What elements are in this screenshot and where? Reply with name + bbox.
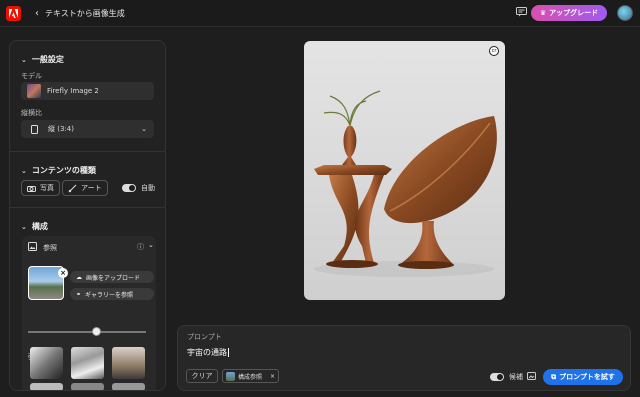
- top-bar: ‹ テキストから画像生成 ♛ アップグレード: [0, 0, 640, 27]
- model-label: モデル: [21, 72, 42, 80]
- remove-reference-icon[interactable]: ×: [58, 268, 68, 278]
- upgrade-label: アップグレード: [549, 9, 599, 17]
- suggest-label: 候補: [509, 373, 523, 381]
- art-label: アート: [81, 184, 102, 192]
- try-label: プロンプトを試す: [559, 373, 615, 381]
- brush-icon: [68, 184, 77, 192]
- suggestions-toggle[interactable]: [490, 373, 504, 381]
- composition-section-header[interactable]: ⌄ 構成: [21, 221, 48, 232]
- content-type-section-title: コンテンツの種類: [31, 166, 96, 175]
- composition-reference-tag[interactable]: 構成参照 ×: [222, 369, 279, 383]
- model-thumbnail: [27, 84, 41, 98]
- chevron-down-icon: ⌄: [21, 55, 27, 64]
- upgrade-button[interactable]: ♛ アップグレード: [531, 5, 607, 21]
- gallery-thumbnail[interactable]: [30, 383, 63, 390]
- content-credentials-icon[interactable]: cr: [489, 46, 499, 56]
- model-selector[interactable]: Firefly Image 2: [21, 82, 154, 100]
- external-link-icon: ⧉: [551, 372, 557, 381]
- auto-toggle[interactable]: [122, 184, 136, 192]
- photo-button[interactable]: 写真: [21, 180, 60, 196]
- prompt-box: プロンプト 宇宙の通路 クリア 構成参照 × 候補 ⧉ プロンプトを試す: [177, 325, 631, 391]
- divider: [10, 207, 165, 208]
- generated-image[interactable]: cr: [304, 41, 505, 300]
- wooden-furniture-illustration: [314, 90, 497, 277]
- upload-image-button[interactable]: ☁ 画像をアップロード: [70, 271, 154, 283]
- settings-panel: ⌄ 一般設定 モデル Firefly Image 2 縦横比 縦 (3:4) ⌄…: [9, 40, 166, 391]
- close-icon[interactable]: ×: [270, 373, 275, 380]
- gallery-thumbnail[interactable]: [112, 347, 145, 379]
- clear-label: クリア: [191, 372, 213, 380]
- info-icon[interactable]: ⓘ: [137, 242, 144, 252]
- gallery-thumbnail[interactable]: [71, 347, 104, 379]
- chevron-down-icon[interactable]: ⌄: [148, 241, 154, 249]
- general-section-header[interactable]: ⌄ 一般設定: [21, 54, 64, 65]
- gallery-thumbnail[interactable]: [71, 383, 104, 390]
- divider: [10, 151, 165, 152]
- general-section-title: 一般設定: [31, 55, 64, 64]
- aspect-label: 縦横比: [21, 109, 42, 117]
- aspect-ratio-dropdown[interactable]: 縦 (3:4) ⌄: [21, 120, 154, 138]
- reference-image-thumbnail[interactable]: ×: [28, 266, 68, 300]
- auto-label: 自動: [141, 184, 155, 192]
- back-chevron-icon[interactable]: ‹: [35, 8, 39, 19]
- try-prompt-button[interactable]: ⧉ プロンプトを試す: [543, 369, 623, 385]
- chevron-down-icon: ⌄: [21, 166, 27, 175]
- binoculars-icon: ⚭: [76, 290, 82, 298]
- browse-gallery-button[interactable]: ⚭ ギャラリーを参照: [70, 288, 154, 300]
- aspect-value: 縦 (3:4): [48, 125, 74, 133]
- prompt-input[interactable]: 宇宙の通路: [187, 347, 229, 358]
- feedback-icon[interactable]: [516, 7, 527, 17]
- prompt-label: プロンプト: [187, 333, 222, 341]
- crown-icon: ♛: [539, 9, 547, 17]
- strength-slider-track[interactable]: [28, 331, 146, 333]
- camera-icon: [27, 185, 36, 192]
- user-avatar[interactable]: [617, 5, 633, 21]
- adobe-logo-icon[interactable]: [6, 5, 21, 21]
- tag-label: 構成参照: [238, 373, 263, 381]
- portrait-icon: [31, 124, 38, 134]
- gallery-thumbnail[interactable]: [30, 347, 63, 379]
- gallery-thumbnail[interactable]: [112, 383, 145, 390]
- content-type-section-header[interactable]: ⌄ コンテンツの種類: [21, 165, 96, 176]
- strength-slider-handle[interactable]: [92, 327, 101, 336]
- text-caret: [228, 348, 229, 357]
- photo-label: 写真: [40, 184, 54, 192]
- clear-button[interactable]: クリア: [186, 369, 218, 383]
- chevron-down-icon: ⌄: [21, 222, 27, 231]
- reference-label: 参照: [43, 244, 57, 252]
- page-title: テキストから画像生成: [45, 8, 125, 18]
- model-value: Firefly Image 2: [47, 87, 99, 95]
- art-button[interactable]: アート: [62, 180, 108, 196]
- image-reference-icon: [28, 242, 37, 251]
- image-settings-icon[interactable]: [527, 372, 537, 381]
- composition-section-title: 構成: [31, 222, 48, 231]
- gallery-label: ギャラリーを参照: [85, 291, 134, 299]
- chevron-down-icon: ⌄: [141, 125, 147, 133]
- tag-thumbnail: [226, 371, 235, 381]
- upload-cloud-icon: ☁: [76, 273, 82, 281]
- prompt-value: 宇宙の通路: [187, 348, 227, 357]
- upload-label: 画像をアップロード: [86, 274, 141, 282]
